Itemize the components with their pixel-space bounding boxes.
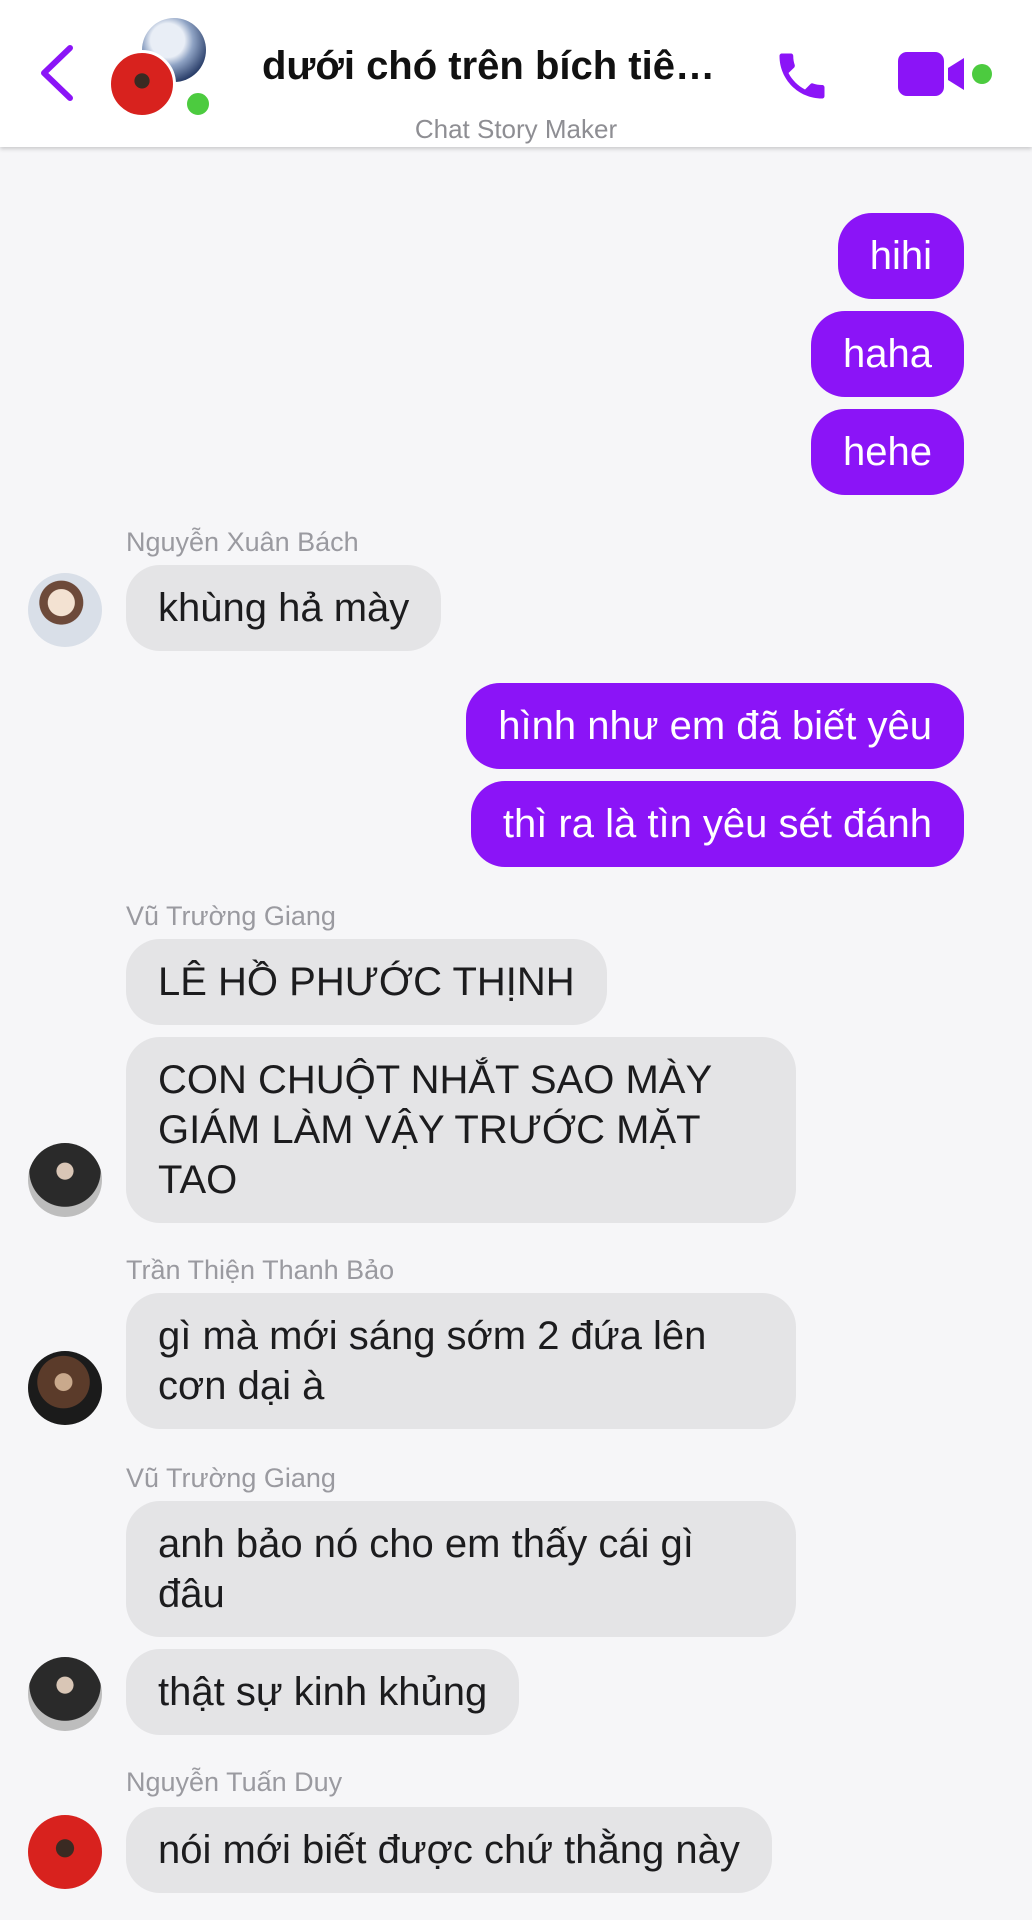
message-bubble-outgoing[interactable]: haha: [811, 311, 964, 397]
voice-call-button[interactable]: [772, 46, 832, 106]
message-bubble-incoming[interactable]: nói mới biết được chứ thằng này: [126, 1807, 772, 1893]
avatar[interactable]: [28, 1657, 102, 1731]
message-bubble-outgoing[interactable]: thì ra là tìn yêu sét đánh: [470, 781, 964, 867]
video-call-button[interactable]: [896, 50, 972, 98]
chat-subtitle: Chat Story Maker: [414, 114, 618, 144]
avatar[interactable]: [28, 573, 102, 647]
video-camera-icon: [898, 52, 964, 96]
message-bubble-outgoing[interactable]: hehe: [811, 409, 964, 495]
phone-icon: [779, 53, 825, 99]
message-bubble-incoming[interactable]: thật sự kinh khủng: [126, 1649, 520, 1735]
online-status-dot: [972, 64, 992, 84]
message-bubble-incoming[interactable]: anh bảo nó cho em thấy cái gì đâu: [126, 1501, 796, 1637]
message-bubble-incoming[interactable]: khùng hả mày: [126, 565, 442, 651]
message-list[interactable]: hihi haha hehe Nguyễn Xuân Bách khùng hả…: [0, 147, 1032, 1920]
sender-name: Nguyễn Xuân Bách: [126, 527, 359, 557]
sender-name: Trần Thiện Thanh Bảo: [126, 1255, 395, 1285]
message-bubble-incoming[interactable]: LÊ HỒ PHƯỚC THỊNH: [126, 939, 607, 1025]
chat-header: dưới chó trên bích tiên... Chat Story Ma…: [0, 0, 1032, 147]
message-bubble-incoming[interactable]: gì mà mới sáng sớm 2 đứa lên cơn dại à: [126, 1293, 796, 1429]
chevron-left-icon: [41, 45, 73, 101]
group-member-avatar: [108, 50, 176, 118]
sender-name: Vũ Trường Giang: [126, 1463, 336, 1493]
group-avatar[interactable]: [106, 18, 214, 118]
message-bubble-outgoing[interactable]: hihi: [837, 213, 964, 299]
chat-title[interactable]: dưới chó trên bích tiên...: [262, 44, 732, 89]
sender-name: Nguyễn Tuấn Duy: [126, 1767, 343, 1797]
message-bubble-outgoing[interactable]: hình như em đã biết yêu: [466, 683, 964, 769]
avatar[interactable]: [28, 1815, 102, 1889]
message-bubble-incoming[interactable]: CON CHUỘT NHẮT SAO MÀY GIÁM LÀM VẬY TRƯỚ…: [126, 1037, 796, 1223]
avatar[interactable]: [28, 1143, 102, 1217]
avatar[interactable]: [28, 1351, 102, 1425]
sender-name: Vũ Trường Giang: [126, 901, 336, 931]
back-button[interactable]: [36, 42, 80, 104]
